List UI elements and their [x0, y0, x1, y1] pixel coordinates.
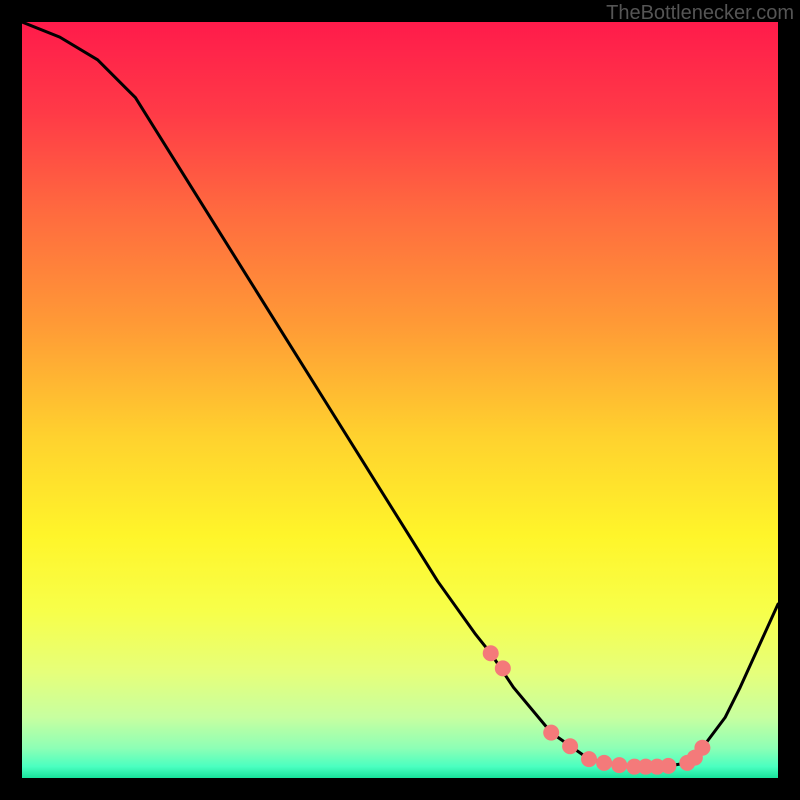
- watermark-text: TheBottlenecker.com: [606, 2, 794, 25]
- data-marker: [562, 738, 578, 754]
- data-marker: [543, 725, 559, 741]
- chart-curve: [22, 22, 778, 778]
- data-marker: [495, 660, 511, 676]
- plot-area: [22, 22, 778, 778]
- data-marker: [581, 751, 597, 767]
- data-marker: [611, 757, 627, 773]
- data-marker: [694, 740, 710, 756]
- data-marker: [660, 758, 676, 774]
- data-marker: [596, 755, 612, 771]
- data-marker: [483, 645, 499, 661]
